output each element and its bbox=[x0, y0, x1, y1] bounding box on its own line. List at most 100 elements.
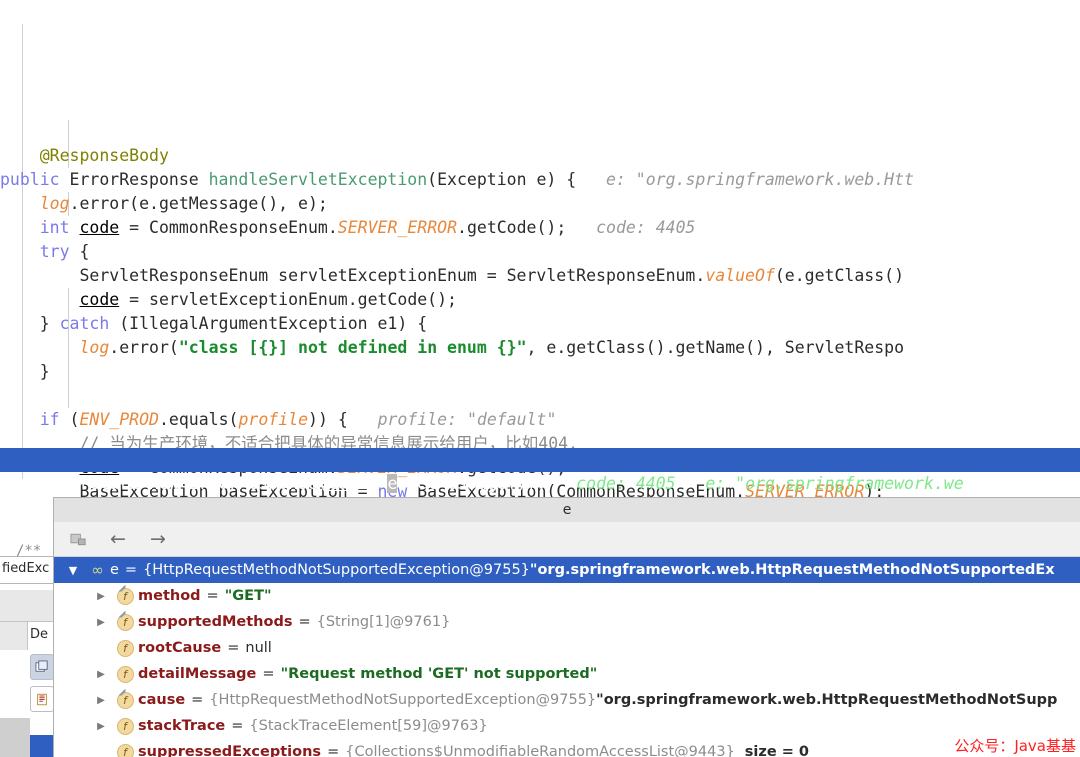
variable-value: {String[1]@9761} bbox=[316, 614, 451, 630]
equals-sign: = bbox=[206, 588, 219, 604]
final-field-icon: f bbox=[112, 613, 138, 631]
twisty-collapsed-icon[interactable]: ▶ bbox=[90, 695, 112, 706]
current-line-after: .getMessage()); bbox=[397, 474, 547, 493]
frames-icon[interactable] bbox=[30, 654, 54, 680]
code-token: .error( bbox=[109, 338, 179, 357]
equals-sign: = bbox=[191, 692, 204, 708]
tree-row[interactable]: ▶ f cause = {HttpRequestMethodNotSupportedEx… bbox=[54, 687, 1080, 713]
twisty-collapsed-icon[interactable]: ▶ bbox=[90, 591, 112, 602]
code-token: if bbox=[39, 410, 60, 429]
variable-value: size = 0 bbox=[744, 744, 810, 757]
variable-name: e bbox=[110, 562, 119, 578]
variable-name: method bbox=[138, 588, 201, 604]
code-line: log.error(e.getMessage(), e); bbox=[0, 192, 1080, 216]
code-token: ErrorResponse bbox=[69, 170, 209, 189]
field-icon: f bbox=[112, 717, 138, 735]
popup-toolbar[interactable]: ← → bbox=[54, 522, 1080, 557]
code-token: { bbox=[69, 242, 90, 261]
watched-value-icon: ∞ bbox=[91, 561, 103, 579]
tree-row[interactable]: f suppressedExceptions = {Collections$Unmod… bbox=[54, 739, 1080, 757]
background-divider bbox=[0, 590, 54, 622]
background-selection-strip bbox=[30, 735, 54, 757]
code-token: code: 4405 bbox=[566, 218, 696, 237]
tree-row[interactable]: ▶ f stackTrace = {StackTraceElement[59]@9763… bbox=[54, 713, 1080, 739]
code-token: ENV_PROD bbox=[79, 410, 159, 429]
current-line-mid: , bbox=[367, 474, 388, 493]
variable-name: rootCause bbox=[138, 640, 222, 656]
code-line: int code = CommonResponseEnum.SERVER_ERR… bbox=[0, 216, 1080, 240]
twisty-collapsed-icon[interactable]: ▶ bbox=[90, 721, 112, 732]
background-popup-fragment: fiedExc bbox=[0, 556, 54, 584]
equals-sign: = bbox=[231, 718, 244, 734]
code-token: log bbox=[39, 194, 70, 213]
code-token: } bbox=[0, 314, 60, 333]
variable-name: detailMessage bbox=[138, 666, 257, 682]
code-line: @ResponseBody bbox=[0, 144, 1080, 168]
code-token: = servletExceptionEnum.getCode(); bbox=[119, 290, 457, 309]
code-token: "class [{}] not defined in enum {}" bbox=[178, 338, 527, 357]
code-token: profile: "default" bbox=[347, 410, 557, 429]
code-token: (e.getClass() bbox=[774, 266, 904, 285]
code-token: catch bbox=[59, 314, 110, 333]
code-token: SERVER_ERROR bbox=[337, 218, 458, 237]
tree-row[interactable]: ▶ f detailMessage = "Request method 'GET' no… bbox=[54, 661, 1080, 687]
equals-sign: = bbox=[124, 562, 138, 578]
final-field-icon: f bbox=[112, 691, 138, 709]
twisty-collapsed-icon[interactable]: ▶ bbox=[90, 617, 112, 628]
code-token: = CommonResponseEnum. bbox=[119, 218, 338, 237]
variable-value: "GET" bbox=[224, 588, 272, 604]
code-token: profile bbox=[238, 410, 309, 429]
code-token: ( bbox=[59, 410, 80, 429]
code-token: ServletResponseEnum servletExceptionEnum… bbox=[0, 266, 706, 285]
code-token: try bbox=[39, 242, 70, 261]
equals-sign: = bbox=[298, 614, 311, 630]
tree-row-selected[interactable]: ▼ ∞ e = {HttpRequestMethodNotSupportedExcept… bbox=[54, 557, 1080, 583]
field-icon: f bbox=[112, 743, 138, 757]
background-status-strip bbox=[0, 718, 30, 757]
code-line: } bbox=[0, 360, 1080, 384]
variable-name: suppressedExceptions bbox=[138, 744, 322, 757]
background-tab-debugger[interactable]: De bbox=[28, 622, 54, 650]
variable-name: stackTrace bbox=[138, 718, 226, 734]
tree-row[interactable]: f rootCause = null bbox=[54, 635, 1080, 661]
code-token: code bbox=[79, 290, 120, 309]
code-token: (IllegalArgumentException e1) { bbox=[109, 314, 428, 333]
back-arrow-icon[interactable]: ← bbox=[106, 527, 130, 551]
code-token: .equals( bbox=[158, 410, 239, 429]
debug-value-popup[interactable]: e ← → ▼ ∞ e = {HttpRequestMethodNotSupported… bbox=[53, 497, 1080, 757]
twisty-collapsed-icon[interactable]: ▶ bbox=[90, 669, 112, 680]
current-line[interactable]: return new ErrorResponse(code, e.getMess… bbox=[0, 448, 1080, 493]
code-line: ServletResponseEnum servletExceptionEnum… bbox=[0, 264, 1080, 288]
code-line: log.error("class [{}] not defined in enu… bbox=[0, 336, 1080, 360]
forward-arrow-icon[interactable]: → bbox=[146, 527, 170, 551]
final-field-icon: f bbox=[112, 587, 138, 605]
code-token: code bbox=[79, 218, 120, 237]
code-token: )) { bbox=[308, 410, 348, 429]
variable-value: "Request method 'GET' not supported" bbox=[280, 666, 598, 682]
code-token: .getCode(); bbox=[457, 218, 567, 237]
twisty-expanded-icon[interactable]: ▼ bbox=[62, 564, 84, 577]
tree-row[interactable]: ▶ f supportedMethods = {String[1]@9761} bbox=[54, 609, 1080, 635]
popup-title: e bbox=[54, 498, 1080, 522]
equals-sign: = bbox=[227, 640, 240, 656]
variables-icon[interactable] bbox=[30, 686, 54, 712]
background-tab-strip bbox=[0, 622, 28, 650]
field-icon: f bbox=[112, 639, 138, 657]
code-line: try { bbox=[0, 240, 1080, 264]
variable-value: {HttpRequestMethodNotSupportedException@… bbox=[209, 692, 597, 708]
code-token: } bbox=[0, 362, 50, 381]
variable-name: supportedMethods bbox=[138, 614, 293, 630]
inspect-icon[interactable] bbox=[66, 527, 90, 551]
variables-tree[interactable]: ▼ ∞ e = {HttpRequestMethodNotSupportedExcept… bbox=[54, 557, 1080, 757]
code-token: int bbox=[39, 218, 80, 237]
tree-row[interactable]: ▶ f method = "GET" bbox=[54, 583, 1080, 609]
variable-value: {Collections$UnmodifiableRandomAccessLis… bbox=[345, 744, 735, 757]
